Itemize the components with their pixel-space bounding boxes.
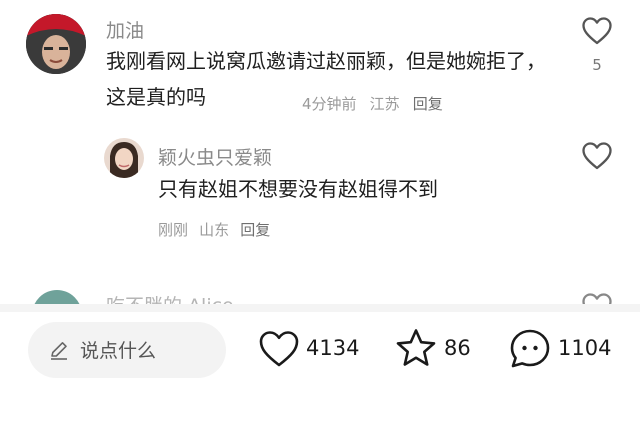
reply-time: 刚刚 (158, 221, 189, 239)
reply-link[interactable]: 回复 (240, 221, 270, 239)
comment-count: 1104 (558, 336, 612, 360)
comment-input-placeholder: 说点什么 (80, 340, 157, 362)
next-comment: 吃不胖的 Alice (0, 282, 640, 304)
reply-author[interactable]: 颖火虫只爱颖 (158, 143, 272, 170)
reply-link[interactable]: 回复 (413, 95, 443, 113)
favorite-count: 86 (444, 336, 471, 360)
comment-author[interactable]: 加油 (106, 16, 144, 43)
heart-icon[interactable] (581, 292, 613, 304)
comment-time: 4分钟前 (302, 95, 357, 113)
reply-location: 山东 (199, 221, 230, 239)
favorite-button[interactable]: 86 (394, 326, 484, 372)
reply-like-button[interactable] (581, 141, 613, 171)
next-comment-author[interactable]: 吃不胖的 Alice (106, 291, 234, 304)
avatar[interactable] (26, 14, 86, 74)
like-button[interactable] (581, 16, 613, 46)
heart-icon (259, 331, 299, 367)
chat-bubble-icon (510, 329, 550, 368)
reply-text: 只有赵姐不想要没有赵姐得不到 (158, 177, 438, 201)
avatar[interactable] (104, 138, 144, 178)
heart-icon (582, 142, 612, 170)
avatar[interactable] (32, 290, 82, 304)
like-count: 4134 (306, 336, 360, 360)
like-count: 5 (592, 56, 602, 74)
comment-button[interactable]: 1104 (508, 326, 618, 372)
comment-meta: 4分钟前 江苏 回复 (302, 93, 443, 114)
like-button[interactable]: 4134 (258, 327, 368, 371)
comment-input[interactable]: 说点什么 (28, 322, 226, 378)
pencil-icon (51, 342, 67, 360)
comment-location: 江苏 (369, 95, 400, 113)
heart-icon (582, 17, 612, 45)
reply-meta: 刚刚 山东 回复 (158, 219, 270, 240)
star-icon (396, 329, 436, 366)
divider (0, 304, 640, 312)
